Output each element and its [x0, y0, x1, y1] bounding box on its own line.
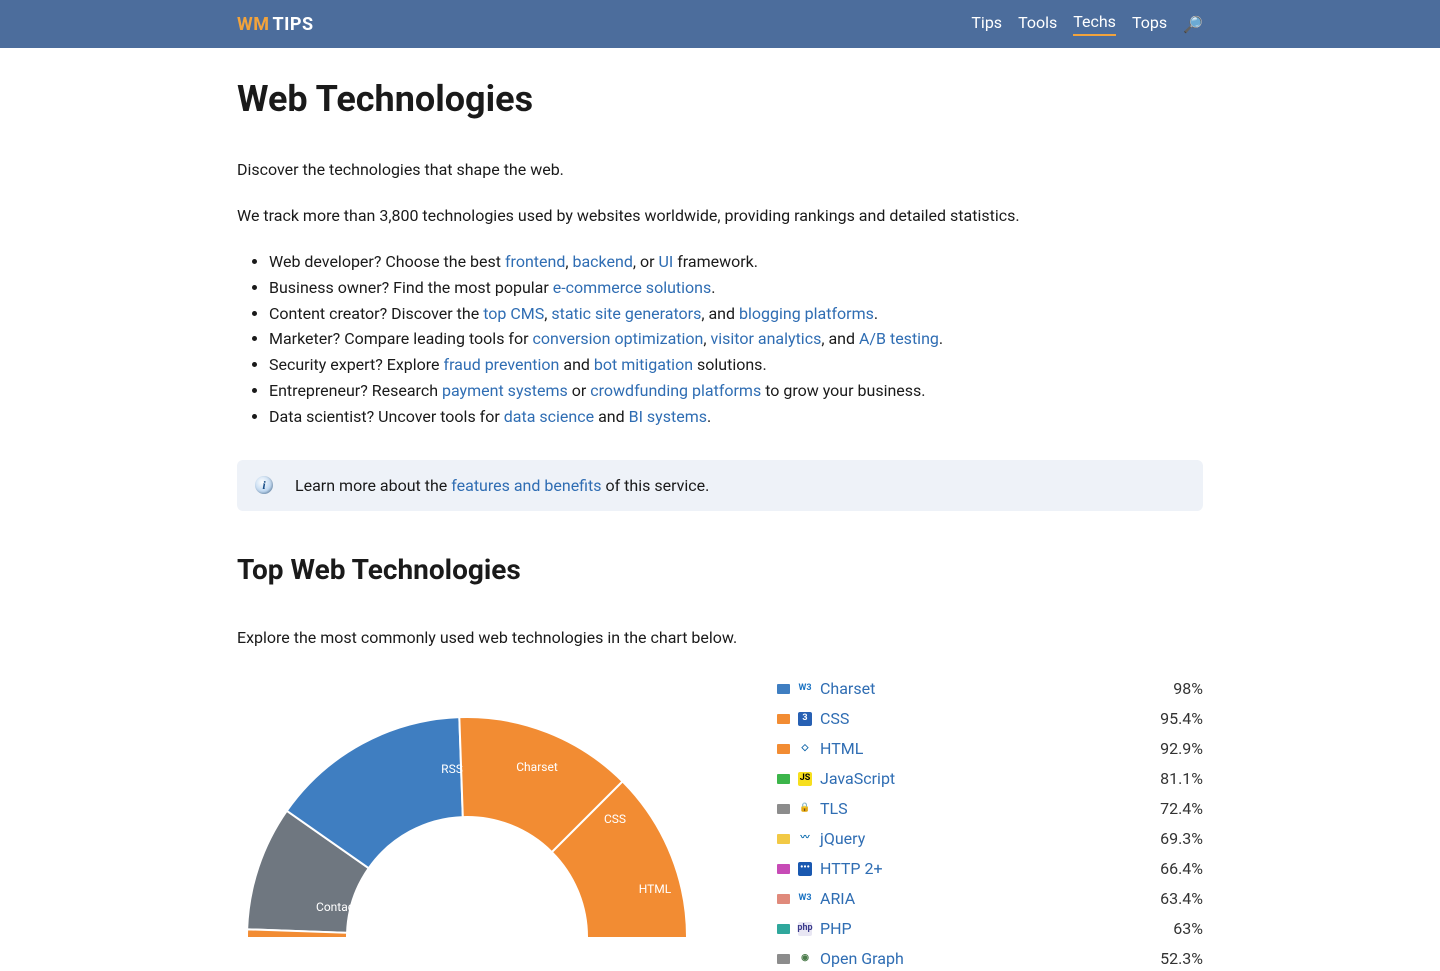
role-link[interactable]: bot mitigation — [594, 355, 693, 374]
logo-wm: WM — [237, 14, 270, 35]
audience-item: Content creator? Discover the top CMS, s… — [269, 302, 1203, 327]
info-icon: i — [255, 476, 273, 494]
tech-link[interactable]: PHP — [820, 917, 852, 941]
role-link[interactable]: frontend — [505, 252, 565, 271]
tech-icon: W3 — [798, 892, 812, 906]
tech-row: W3 ARIA 63.4% — [777, 887, 1203, 911]
audience-item: Entrepreneur? Research payment systems o… — [269, 379, 1203, 404]
tech-row: ◉ Open Graph 52.3% — [777, 947, 1203, 971]
role-link[interactable]: visitor analytics — [710, 329, 821, 348]
nav-tips[interactable]: Tips — [971, 13, 1002, 35]
callout-prefix: Learn more about the — [295, 476, 451, 495]
tech-icon: JS — [798, 772, 812, 786]
role-link[interactable]: UI — [658, 252, 673, 271]
tech-list: W3 Charset 98% 3 CSS 95.4% ◇ HTML 92.9% JS JavaScr… — [777, 677, 1203, 971]
audience-item: Marketer? Compare leading tools for conv… — [269, 327, 1203, 352]
role-link[interactable]: top CMS — [483, 304, 544, 323]
tech-icon: ••• — [798, 862, 812, 876]
page-title: Web Technologies — [237, 78, 1203, 120]
color-swatch — [777, 894, 790, 904]
tech-icon: 〰 — [798, 832, 812, 846]
tech-icon: ◇ — [798, 742, 812, 756]
tech-row: php PHP 63% — [777, 917, 1203, 941]
tech-icon: ◉ — [798, 952, 812, 966]
color-swatch — [777, 864, 790, 874]
color-swatch — [777, 924, 790, 934]
tech-link[interactable]: Open Graph — [820, 947, 904, 971]
tech-row: 🔒 TLS 72.4% — [777, 797, 1203, 821]
tech-icon: 3 — [798, 712, 812, 726]
role-link[interactable]: fraud prevention — [444, 355, 560, 374]
tech-row: ◇ HTML 92.9% — [777, 737, 1203, 761]
audience-list: Web developer? Choose the best frontend,… — [237, 250, 1203, 430]
tech-link[interactable]: TLS — [820, 797, 848, 821]
tech-percentage: 81.1% — [1160, 767, 1203, 791]
info-callout: i Learn more about the features and bene… — [237, 460, 1203, 511]
tech-percentage: 95.4% — [1160, 707, 1203, 731]
tech-percentage: 92.9% — [1160, 737, 1203, 761]
tech-percentage: 63.4% — [1160, 887, 1203, 911]
audience-item: Data scientist? Uncover tools for data s… — [269, 405, 1203, 430]
tech-link[interactable]: HTTP 2+ — [820, 857, 883, 881]
tech-percentage: 69.3% — [1160, 827, 1203, 851]
callout-link[interactable]: features and benefits — [451, 476, 601, 495]
role-link[interactable]: backend — [572, 252, 632, 271]
role-link[interactable]: data science — [504, 407, 594, 426]
tech-link[interactable]: JavaScript — [820, 767, 895, 791]
tech-link[interactable]: CSS — [820, 707, 849, 731]
role-link[interactable]: crowdfunding platforms — [590, 381, 761, 400]
role-link[interactable]: static site generators — [551, 304, 701, 323]
explore-paragraph: Explore the most commonly used web techn… — [237, 628, 1203, 647]
callout-text: Learn more about the features and benefi… — [295, 476, 709, 495]
color-swatch — [777, 684, 790, 694]
color-swatch — [777, 834, 790, 844]
audience-item: Security expert? Explore fraud preventio… — [269, 353, 1203, 378]
audience-item: Business owner? Find the most popular e-… — [269, 276, 1203, 301]
tech-link[interactable]: ARIA — [820, 887, 855, 911]
top-nav: Tips Tools Techs Tops 🔎 — [971, 12, 1203, 36]
nav-tools[interactable]: Tools — [1018, 13, 1057, 35]
tech-icon: php — [798, 922, 812, 936]
role-link[interactable]: e-commerce solutions — [553, 278, 712, 297]
tech-percentage: 72.4% — [1160, 797, 1203, 821]
role-link[interactable]: BI systems — [629, 407, 707, 426]
tech-percentage: 98% — [1173, 677, 1203, 701]
callout-suffix: of this service. — [602, 476, 710, 495]
tech-row: ••• HTTP 2+ 66.4% — [777, 857, 1203, 881]
tech-icon: W3 — [798, 682, 812, 696]
tech-row: JS JavaScript 81.1% — [777, 767, 1203, 791]
role-link[interactable]: payment systems — [442, 381, 568, 400]
color-swatch — [777, 804, 790, 814]
color-swatch — [777, 954, 790, 964]
color-swatch — [777, 744, 790, 754]
role-link[interactable]: A/B testing — [859, 329, 939, 348]
intro-paragraph-2: We track more than 3,800 technologies us… — [237, 204, 1203, 228]
tech-row: 3 CSS 95.4% — [777, 707, 1203, 731]
nav-techs[interactable]: Techs — [1073, 12, 1116, 36]
nav-tops[interactable]: Tops — [1132, 13, 1167, 35]
tech-row: 〰 jQuery 69.3% — [777, 827, 1203, 851]
search-icon[interactable]: 🔎 — [1183, 15, 1203, 34]
tech-row: W3 Charset 98% — [777, 677, 1203, 701]
tech-percentage: 52.3% — [1160, 947, 1203, 971]
donut-chart: CharsetCSSHTMLContactRSS — [237, 677, 697, 937]
logo-tips: TIPS — [273, 14, 314, 35]
tech-percentage: 66.4% — [1160, 857, 1203, 881]
color-swatch — [777, 714, 790, 724]
role-link[interactable]: blogging platforms — [739, 304, 874, 323]
intro-paragraph-1: Discover the technologies that shape the… — [237, 158, 1203, 182]
tech-link[interactable]: Charset — [820, 677, 875, 701]
site-logo[interactable]: WMTIPS — [237, 14, 314, 35]
audience-item: Web developer? Choose the best frontend,… — [269, 250, 1203, 275]
tech-icon: 🔒 — [798, 802, 812, 816]
tech-percentage: 63% — [1173, 917, 1203, 941]
top-techs-heading: Top Web Technologies — [237, 553, 1203, 586]
role-link[interactable]: conversion optimization — [533, 329, 704, 348]
tech-link[interactable]: jQuery — [820, 827, 865, 851]
tech-link[interactable]: HTML — [820, 737, 863, 761]
color-swatch — [777, 774, 790, 784]
